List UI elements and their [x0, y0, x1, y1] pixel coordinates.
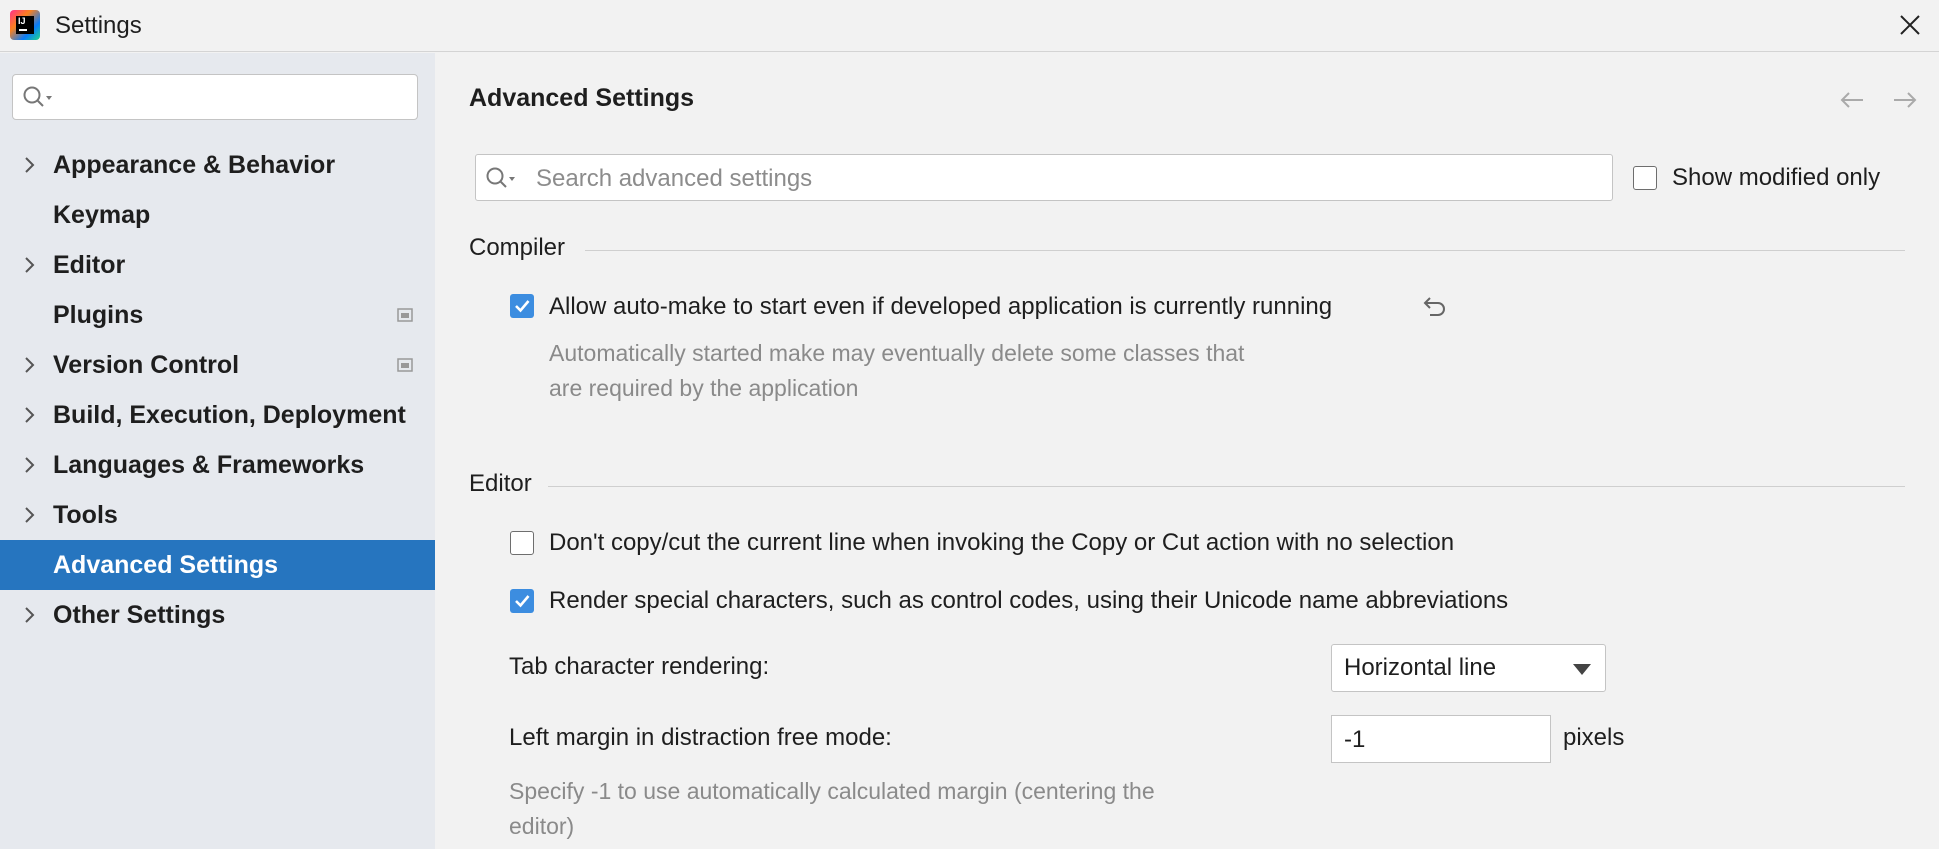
sidebar-item-tools[interactable]: Tools	[0, 490, 435, 540]
section-title-compiler: Compiler	[469, 234, 566, 261]
sidebar-item-label: Advanced Settings	[53, 551, 279, 579]
section-title-editor: Editor	[469, 470, 532, 497]
sidebar-item-version-control[interactable]: Version Control	[0, 340, 435, 390]
dont-copy-line-label[interactable]: Don't copy/cut the current line when inv…	[549, 529, 1454, 557]
checkmark-icon	[515, 300, 530, 313]
left-margin-field[interactable]	[1331, 715, 1551, 764]
sidebar-item-advanced-settings[interactable]: Advanced Settings	[0, 540, 435, 590]
chevron-right-icon[interactable]	[22, 455, 36, 475]
left-margin-input[interactable]	[1342, 716, 1546, 764]
close-icon	[1900, 15, 1920, 35]
section-divider	[548, 486, 1905, 487]
page-title: Advanced Settings	[469, 84, 695, 112]
tab-rendering-dropdown[interactable]: Horizontal line	[1331, 644, 1606, 692]
back-arrow-icon[interactable]	[1837, 85, 1867, 115]
chevron-right-icon[interactable]	[22, 405, 36, 425]
sidebar-item-label: Appearance & Behavior	[53, 151, 336, 179]
auto-make-checkbox[interactable]	[510, 294, 534, 318]
checkmark-icon	[515, 595, 530, 608]
tab-rendering-label: Tab character rendering:	[509, 653, 770, 680]
chevron-right-icon[interactable]	[22, 505, 36, 525]
chevron-right-icon[interactable]	[22, 605, 36, 625]
show-modified-checkbox[interactable]	[1633, 166, 1657, 190]
sidebar-item-label: Other Settings	[53, 601, 226, 629]
sidebar-item-label: Build, Execution, Deployment	[53, 401, 406, 429]
search-icon	[23, 86, 52, 107]
app-logo: IJ	[10, 10, 40, 40]
sidebar-item-label: Languages & Frameworks	[53, 451, 365, 479]
sidebar-item-plugins[interactable]: Plugins	[0, 290, 435, 340]
section-divider	[585, 250, 1905, 251]
sidebar-item-appearance-behavior[interactable]: Appearance & Behavior	[0, 140, 435, 190]
forward-arrow-icon[interactable]	[1890, 85, 1920, 115]
chevron-right-icon[interactable]	[22, 355, 36, 375]
render-special-chars-label[interactable]: Render special characters, such as contr…	[549, 587, 1508, 615]
show-modified-label[interactable]: Show modified only	[1672, 164, 1880, 192]
advanced-search-input[interactable]	[534, 155, 1598, 202]
advanced-search-field[interactable]	[475, 154, 1613, 202]
sidebar-item-label: Keymap	[53, 201, 151, 229]
project-level-icon	[397, 358, 413, 372]
sidebar-item-label: Editor	[53, 251, 126, 279]
auto-make-hint: Automatically started make may eventuall…	[549, 340, 1245, 401]
sidebar-item-other-settings[interactable]: Other Settings	[0, 590, 435, 640]
search-icon	[486, 167, 515, 188]
advanced-settings-panel: Advanced Settings Show modified only Com…	[435, 53, 1939, 849]
sidebar-item-editor[interactable]: Editor	[0, 240, 435, 290]
auto-make-label[interactable]: Allow auto-make to start even if develop…	[549, 293, 1332, 321]
sidebar-item-label: Tools	[53, 501, 118, 529]
dropdown-arrow-icon	[1573, 664, 1591, 675]
title-bar: IJ Settings	[0, 0, 1939, 52]
settings-sidebar: Appearance & Behavior Keymap Editor Plug…	[0, 53, 435, 849]
sidebar-item-label: Plugins	[53, 301, 144, 329]
sidebar-item-label: Version Control	[53, 351, 240, 379]
left-margin-hint: Specify -1 to use automatically calculat…	[509, 778, 1155, 839]
sidebar-search-field[interactable]	[12, 74, 418, 120]
settings-tree: Appearance & Behavior Keymap Editor Plug…	[0, 140, 435, 640]
close-button[interactable]	[1895, 10, 1925, 40]
render-special-chars-checkbox[interactable]	[510, 589, 534, 613]
dont-copy-line-checkbox[interactable]	[510, 531, 534, 555]
left-margin-unit: pixels	[1563, 724, 1625, 751]
sidebar-item-build-execution-deployment[interactable]: Build, Execution, Deployment	[0, 390, 435, 440]
sidebar-item-languages-frameworks[interactable]: Languages & Frameworks	[0, 440, 435, 490]
tab-rendering-value: Horizontal line	[1344, 654, 1497, 681]
chevron-right-icon[interactable]	[22, 255, 36, 275]
reset-icon[interactable]	[1418, 297, 1446, 321]
project-level-icon	[397, 308, 413, 322]
window-title: Settings	[55, 12, 142, 39]
chevron-right-icon[interactable]	[22, 155, 36, 175]
sidebar-item-keymap[interactable]: Keymap	[0, 190, 435, 240]
left-margin-label: Left margin in distraction free mode:	[509, 724, 892, 751]
